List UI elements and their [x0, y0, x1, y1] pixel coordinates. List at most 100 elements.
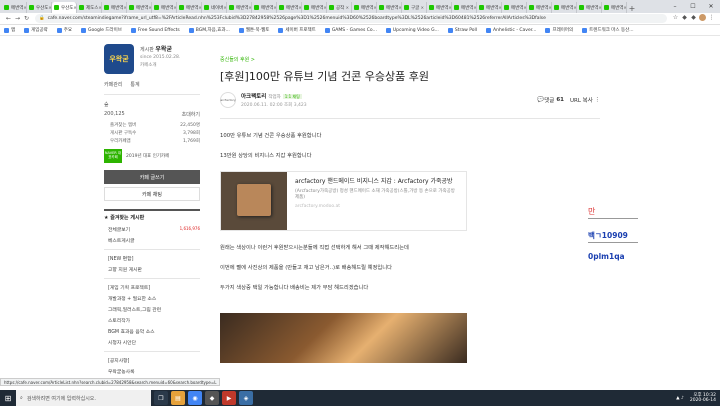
menu-item-project-0[interactable]: 개발과정 + 필요한 소스 — [104, 293, 200, 304]
file-explorer-icon[interactable]: ▤ — [171, 391, 185, 405]
browser-tab[interactable]: 메번역 ✕ — [527, 2, 552, 13]
author-avatar[interactable]: arcfactory — [220, 92, 236, 108]
browser-tab[interactable]: 메번역 ✕ — [552, 2, 577, 13]
menu-item-project-4[interactable]: 시청자 시안단 — [104, 337, 200, 348]
clock[interactable]: 오후 10:32 2020-06-14 — [690, 393, 716, 404]
browser-tab[interactable]: 메번역 ✕ — [427, 2, 452, 13]
tab-close-icon[interactable]: ✕ — [346, 5, 349, 10]
menu-icon[interactable]: ⋮ — [707, 14, 716, 23]
menu-item-project-1[interactable]: 그래픽,일러스트,그림 관련 — [104, 304, 200, 315]
bookmark-item[interactable]: 세이버 프로젝트 — [278, 27, 316, 33]
app-icon[interactable]: ◈ — [239, 391, 253, 405]
browser-tab[interactable]: 메번역 ✕ — [452, 2, 477, 13]
cafe-write-button[interactable]: 카페 글쓰기 — [104, 170, 200, 184]
bookmark-item[interactable]: GAMS - Games Co... — [324, 27, 377, 33]
bookmark-item[interactable]: Anhelistic - Caver... — [486, 27, 536, 33]
menu-item-project-2[interactable]: 스토리작가 — [104, 315, 200, 326]
favorite-boards-heading[interactable]: ★ 즐겨찾는 게시판 — [104, 209, 200, 224]
maximize-icon[interactable]: ☐ — [684, 3, 702, 10]
cafe-manage-link[interactable]: 카페관리 — [104, 81, 122, 88]
bookmark-item[interactable]: Straw Poll — [447, 27, 477, 33]
task-view-icon[interactable]: ❒ — [154, 391, 168, 405]
volume-icon[interactable]: ♪ — [681, 396, 684, 401]
cafe-logo[interactable]: 우왁굳 — [104, 44, 134, 74]
browser-tab[interactable]: 메번역 ✕ — [302, 2, 327, 13]
comment-count[interactable]: 61 — [556, 97, 564, 103]
menu-item-best[interactable]: 베스트게시글 — [104, 235, 200, 246]
star-icon[interactable]: ☆ — [671, 14, 680, 23]
chat-badge[interactable]: 1:1 채팅 — [282, 94, 302, 99]
bookmark-item[interactable]: 주요 — [56, 27, 72, 33]
browser-tab[interactable]: 메번역 ✕ — [477, 2, 502, 13]
app-icon[interactable]: ▶ — [222, 391, 236, 405]
network-icon[interactable]: ▲ — [676, 396, 679, 401]
browser-tab[interactable]: 메번역 ✕ — [252, 2, 277, 13]
browser-tab[interactable]: 우산도 ✕ — [27, 2, 52, 13]
tab-label: 메번역 — [111, 5, 124, 11]
browser-tab[interactable]: 메번역 ✕ — [102, 2, 127, 13]
extension-icon[interactable]: ◆ — [680, 14, 689, 23]
bookmark-item[interactable]: BGM,자음,효과... — [188, 27, 230, 33]
cafe-chat-button[interactable]: 카페 채팅 — [104, 187, 200, 201]
author-name[interactable]: 아크팩토리 — [241, 94, 266, 100]
breadcrumb[interactable]: 중신들의 후원 > — [220, 56, 600, 63]
comment-label[interactable]: 댓글 — [544, 96, 554, 104]
app-icon[interactable]: ◆ — [205, 391, 219, 405]
taskbar-search[interactable]: ⌕ 검색하려면 여기에 입력하십시오. — [16, 390, 151, 406]
bookmark-item[interactable]: 앱 — [4, 27, 15, 33]
browser-tab[interactable]: 메번역 ✕ — [377, 2, 402, 13]
menu-item-all[interactable]: 전체글보기 1,616,976 — [104, 224, 200, 235]
bookmark-item[interactable]: 웹툰·북·웹토 — [238, 27, 269, 33]
browser-tab[interactable]: 네이버 ✕ — [202, 2, 227, 13]
tab-favicon-icon — [279, 5, 284, 10]
tab-close-icon[interactable]: ✕ — [421, 5, 424, 10]
cafe-intro-link[interactable]: 카페소개 — [140, 62, 180, 68]
browser-tab[interactable]: 메번역 ✕ — [177, 2, 202, 13]
member-count[interactable]: 200,125 — [104, 111, 125, 118]
browser-tab[interactable]: 메번역 ✕ — [277, 2, 302, 13]
bookmark-label: 프레이머의 — [552, 28, 574, 33]
browser-tab[interactable]: 제도스 ✕ — [77, 2, 102, 13]
browser-tab[interactable]: 구글 ✕ — [402, 2, 427, 13]
menu-item-project-3[interactable]: BGM 효과음 음악 소스 — [104, 326, 200, 337]
forward-icon[interactable]: → — [13, 15, 22, 22]
browser-tab[interactable]: 메번역 ✕ — [577, 2, 602, 13]
browser-tab[interactable]: 메번역 ✕ — [227, 2, 252, 13]
browser-tab[interactable]: 메번역 ✕ — [502, 2, 527, 13]
link-title[interactable]: arcfactory 핸드메이드 비지니스 지갑 : Arcfactory 가죽… — [295, 178, 458, 186]
back-icon[interactable]: ← — [4, 15, 13, 22]
browser-tab[interactable]: 메번역 ✕ — [127, 2, 152, 13]
comment-icon[interactable]: 💬 — [537, 97, 544, 103]
cafe-stats-link[interactable]: 통계 — [130, 81, 139, 88]
bookmark-label: 앱 — [11, 28, 16, 33]
more-icon[interactable]: ⋮ — [593, 97, 600, 103]
address-bar[interactable]: 🔒 cafe.naver.com/steamindiegame?iframe_u… — [35, 14, 667, 23]
browser-tab[interactable]: 메번역 ✕ — [352, 2, 377, 13]
browser-tab[interactable]: 우산도 ✕ — [52, 2, 77, 13]
bookmark-item[interactable]: 프레이머의 — [545, 27, 573, 33]
minimize-icon[interactable]: – — [666, 3, 684, 10]
browser-tab[interactable]: 메번역 ✕ — [2, 2, 27, 13]
bookmark-item[interactable]: 게임공략 — [24, 27, 48, 33]
menu-item-new-0[interactable]: 고향 지원 게시판 — [104, 264, 200, 275]
manager-name[interactable]: 우왁굳 — [155, 46, 172, 53]
invite-link[interactable]: 초대하기 — [182, 111, 200, 118]
bookmark-item[interactable]: 트렌드워크 마스 동산... — [582, 27, 634, 33]
windows-start-icon[interactable]: ⊞ — [0, 390, 16, 406]
bookmark-item[interactable]: Free Sound Effects — [130, 27, 180, 33]
bookmark-item[interactable]: Upcoming Video G... — [385, 27, 439, 33]
link-preview-card[interactable]: arcfactory 핸드메이드 비지니스 지갑 : Arcfactory 가죽… — [220, 171, 467, 231]
new-tab-button[interactable]: + — [627, 4, 637, 13]
profile-icon[interactable] — [698, 14, 707, 23]
browser-tab[interactable]: 공작 ✕ — [327, 2, 352, 13]
chrome-icon[interactable]: ◉ — [188, 391, 202, 405]
bookmark-favicon-icon — [278, 27, 284, 33]
menu-item-notice-0[interactable]: 우왁굳농사록 — [104, 366, 200, 377]
close-icon[interactable]: ✕ — [702, 3, 720, 10]
browser-tab[interactable]: 메번역 ✕ — [602, 2, 627, 13]
url-copy-button[interactable]: URL 복사 — [570, 96, 593, 104]
reload-icon[interactable]: ↻ — [22, 15, 31, 22]
bookmark-item[interactable]: Google 드라이브 — [80, 27, 122, 33]
browser-tab[interactable]: 메번역 ✕ — [152, 2, 177, 13]
extension-icon[interactable]: ◆ — [689, 14, 698, 23]
